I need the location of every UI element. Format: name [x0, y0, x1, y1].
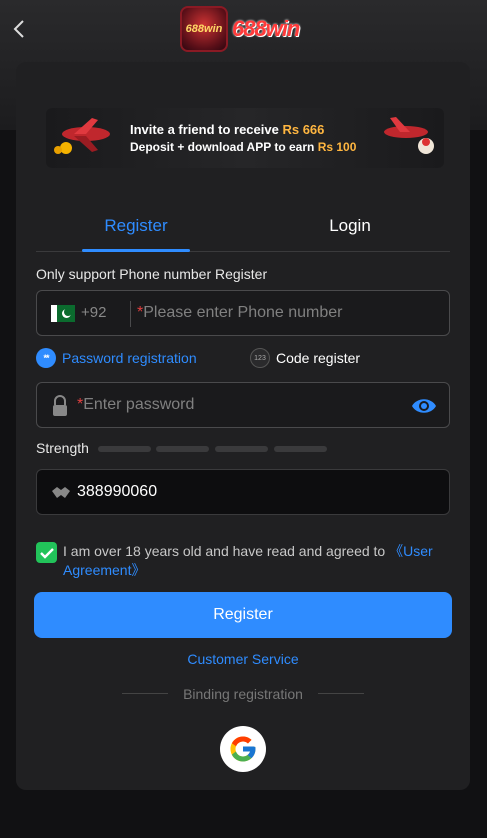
logo-badge: 688win [180, 6, 228, 52]
google-icon [230, 736, 256, 762]
strength-bar [274, 446, 327, 452]
banner-line1-text: Invite a friend to receive [130, 122, 279, 137]
referral-code-field[interactable]: 388990060 [36, 469, 450, 515]
eye-icon[interactable] [411, 396, 437, 416]
phone-field[interactable]: +92 *Please enter Phone number [36, 290, 450, 336]
logo-text: 688win [232, 16, 300, 41]
banner-line-2: Deposit + download APP to earn Rs 100 [130, 140, 356, 154]
tab-login[interactable]: Login [296, 216, 404, 236]
tab-register[interactable]: Register [82, 216, 190, 236]
country-code[interactable]: +92 [81, 304, 106, 321]
banner-line2-text: Deposit + download APP to earn [130, 140, 315, 154]
code-register-label: Code register [276, 350, 361, 366]
password-registration-label: Password registration [62, 350, 197, 366]
field-divider [130, 301, 131, 327]
agreement-text: I am over 18 years old and have read and… [63, 542, 453, 580]
password-registration-option[interactable]: ** Password registration [36, 348, 197, 368]
invite-banner[interactable]: Invite a friend to receive Rs 666 Deposi… [46, 108, 444, 168]
check-icon [39, 547, 54, 559]
banner-line1-amount: Rs 666 [282, 122, 325, 137]
banner-line-1: Invite a friend to receive Rs 666 [130, 122, 324, 137]
strength-label: Strength [36, 440, 89, 456]
registration-mode: ** Password registration 123 Code regist… [36, 346, 450, 370]
binding-registration-divider: Binding registration [122, 686, 364, 702]
agreement-statement: I am over 18 years old and have read and… [63, 543, 390, 559]
strength-bar [156, 446, 209, 452]
password-strength: Strength [36, 440, 450, 460]
divider-line [318, 693, 364, 694]
phone-placeholder: Please enter Phone number [143, 304, 343, 321]
binding-registration-label: Binding registration [183, 686, 303, 702]
strength-bar [215, 446, 268, 452]
google-login-button[interactable] [220, 726, 266, 772]
active-tab-indicator [82, 249, 190, 252]
back-button[interactable] [8, 14, 30, 44]
code-mode-icon: 123 [250, 348, 270, 368]
auth-tabs: Register Login [36, 202, 450, 252]
agree-checkbox[interactable] [36, 542, 57, 563]
strength-bar [98, 446, 151, 452]
plane-icon [54, 118, 110, 154]
phone-input[interactable]: *Please enter Phone number [137, 304, 342, 322]
phone-support-label: Only support Phone number Register [36, 266, 268, 282]
plane-icon [384, 117, 434, 154]
pakistan-flag-icon [51, 305, 75, 322]
password-field[interactable]: *Enter password [36, 382, 450, 428]
site-logo: 688win 688win [180, 6, 310, 52]
code-register-option[interactable]: 123 Code register [250, 348, 360, 368]
chevron-left-icon [13, 20, 24, 38]
register-card: Invite a friend to receive Rs 666 Deposi… [16, 62, 470, 790]
register-button[interactable]: Register [34, 592, 452, 638]
password-placeholder: Enter password [83, 396, 195, 413]
referral-code-input[interactable]: 388990060 [77, 483, 157, 501]
customer-service-link[interactable]: Customer Service [16, 651, 470, 667]
handshake-icon [52, 487, 70, 498]
password-input[interactable]: *Enter password [77, 396, 194, 414]
lock-icon [53, 395, 67, 416]
banner-line2-amount: Rs 100 [317, 140, 357, 154]
password-mode-icon: ** [36, 348, 56, 368]
